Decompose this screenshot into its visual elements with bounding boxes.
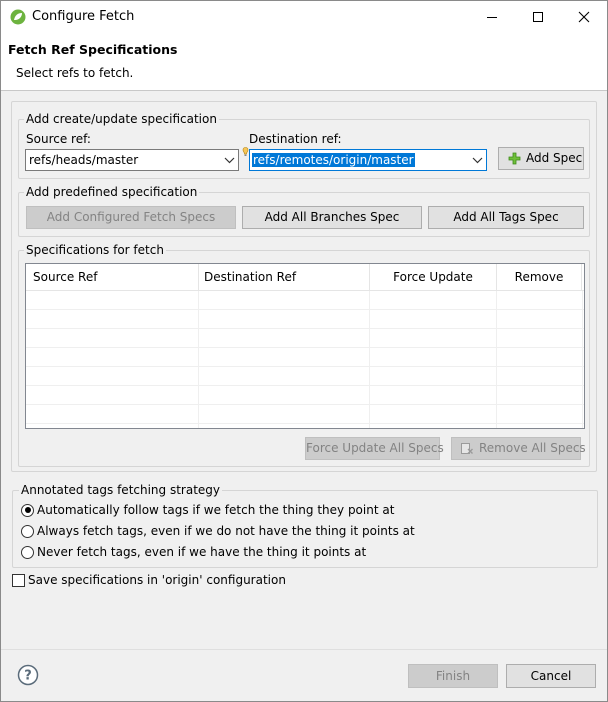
predefined-spec-group-label: Add predefined specification <box>24 185 200 199</box>
table-row <box>26 367 584 386</box>
destination-ref-value: refs/remotes/origin/master <box>252 153 415 167</box>
save-config-checkbox-row[interactable]: Save specifications in 'origin' configur… <box>12 573 286 587</box>
radio-button[interactable] <box>21 503 34 517</box>
radio-button[interactable] <box>21 545 34 559</box>
table-row <box>26 329 584 348</box>
help-button[interactable]: ? <box>17 664 39 686</box>
add-all-tags-spec-button[interactable]: Add All Tags Spec <box>428 206 584 229</box>
add-spec-label: Add Spec <box>526 151 583 165</box>
remove-icon <box>461 443 473 454</box>
table-header: Source Ref Destination Ref Force Update … <box>26 264 584 291</box>
footer-separator <box>1 649 607 650</box>
maximize-button[interactable] <box>515 1 561 32</box>
table-row <box>26 348 584 367</box>
specifications-group-label: Specifications for fetch <box>24 243 166 257</box>
minimize-button[interactable] <box>469 1 515 32</box>
radio-always-fetch-tags[interactable]: Always fetch tags, even if we do not hav… <box>21 522 415 540</box>
destination-ref-label: Destination ref: <box>249 132 342 146</box>
finish-button[interactable]: Finish <box>408 664 498 688</box>
minimize-icon <box>487 16 497 18</box>
add-configured-fetch-specs-button[interactable]: Add Configured Fetch Specs <box>26 206 236 229</box>
specifications-table[interactable]: Source Ref Destination Ref Force Update … <box>25 263 585 429</box>
source-ref-combo[interactable]: refs/heads/master <box>25 149 239 171</box>
radio-label: Automatically follow tags if we fetch th… <box>37 503 395 517</box>
radio-auto-follow-tags[interactable]: Automatically follow tags if we fetch th… <box>21 501 394 519</box>
chevron-down-icon <box>224 157 235 164</box>
help-icon: ? <box>17 664 39 686</box>
force-update-all-specs-button[interactable]: Force Update All Specs <box>305 437 444 460</box>
cancel-button[interactable]: Cancel <box>506 664 596 688</box>
save-config-label: Save specifications in 'origin' configur… <box>28 573 286 587</box>
content-assist-icon <box>242 147 249 156</box>
source-ref-value: refs/heads/master <box>29 153 139 167</box>
table-row <box>26 405 584 424</box>
radio-button[interactable] <box>21 524 34 538</box>
close-icon <box>578 11 590 22</box>
remove-all-specs-button[interactable]: Remove All Specs <box>451 437 586 460</box>
window-title: Configure Fetch <box>32 9 135 24</box>
configure-fetch-dialog: Configure Fetch Fetch Ref Specifications… <box>0 0 608 702</box>
plus-icon <box>508 152 521 165</box>
column-source-ref[interactable]: Source Ref <box>26 264 199 291</box>
dialog-header: Fetch Ref Specifications Select refs to … <box>1 32 607 91</box>
column-destination-ref[interactable]: Destination Ref <box>199 264 370 291</box>
svg-text:?: ? <box>24 669 32 684</box>
maximize-icon <box>533 11 543 22</box>
table-row <box>26 291 584 310</box>
remove-all-specs-label: Remove All Specs <box>479 441 586 455</box>
chevron-down-icon <box>472 157 483 164</box>
close-button[interactable] <box>561 1 607 32</box>
page-title: Fetch Ref Specifications <box>8 42 178 57</box>
add-all-branches-spec-button[interactable]: Add All Branches Spec <box>242 206 422 229</box>
spring-leaf-icon <box>10 9 26 25</box>
radio-label: Never fetch tags, even if we have the th… <box>37 545 367 559</box>
radio-never-fetch-tags[interactable]: Never fetch tags, even if we have the th… <box>21 543 366 561</box>
save-config-checkbox[interactable] <box>12 573 25 587</box>
add-spec-button[interactable]: Add Spec <box>498 147 584 170</box>
title-bar: Configure Fetch <box>1 1 607 32</box>
create-spec-group-label: Add create/update specification <box>24 112 219 126</box>
destination-ref-combo[interactable]: refs/remotes/origin/master <box>249 149 487 171</box>
tags-strategy-group-label: Annotated tags fetching strategy <box>19 483 223 497</box>
column-remove[interactable]: Remove <box>497 264 582 291</box>
radio-label: Always fetch tags, even if we do not hav… <box>37 524 415 538</box>
page-subtitle: Select refs to fetch. <box>16 66 134 80</box>
table-row <box>26 310 584 329</box>
column-force-update[interactable]: Force Update <box>370 264 497 291</box>
table-row <box>26 386 584 405</box>
source-ref-label: Source ref: <box>26 132 91 146</box>
